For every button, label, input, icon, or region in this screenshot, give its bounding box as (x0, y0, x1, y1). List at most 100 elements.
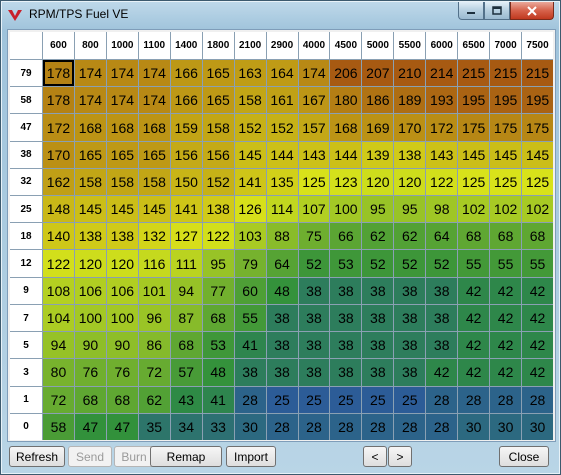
ve-cell[interactable]: 138 (74, 223, 106, 250)
ve-cell[interactable]: 80 (43, 359, 74, 386)
ve-cell[interactable]: 120 (362, 168, 394, 196)
ve-cell[interactable]: 215 (458, 60, 490, 87)
ve-cell[interactable]: 174 (106, 60, 138, 87)
ve-cell[interactable]: 58 (43, 413, 74, 440)
ve-cell[interactable]: 120 (74, 250, 106, 277)
ve-cell[interactable]: 107 (298, 196, 330, 223)
tps-header[interactable]: 1 (10, 386, 42, 413)
ve-cell[interactable]: 77 (202, 277, 234, 304)
ve-cell[interactable]: 215 (490, 60, 522, 87)
rpm-header[interactable]: 4500 (330, 32, 362, 59)
ve-cell[interactable]: 141 (170, 196, 202, 223)
ve-cell[interactable]: 159 (170, 114, 202, 141)
ve-cell[interactable]: 135 (266, 168, 298, 196)
rpm-header[interactable]: 1100 (138, 32, 170, 59)
ve-cell[interactable]: 122 (43, 250, 74, 277)
ve-cell[interactable]: 156 (170, 141, 202, 168)
ve-cell[interactable]: 28 (362, 413, 394, 440)
ve-cell[interactable]: 104 (43, 304, 74, 332)
ve-cell[interactable]: 174 (138, 87, 170, 114)
ve-cell[interactable]: 158 (106, 168, 138, 196)
ve-cell[interactable]: 178 (43, 87, 74, 114)
tps-header[interactable]: 47 (10, 114, 42, 141)
title-bar[interactable]: RPM/TPS Fuel VE (1, 1, 560, 29)
ve-cell[interactable]: 55 (490, 250, 522, 277)
close-window-button[interactable] (510, 2, 554, 20)
ve-cell[interactable]: 127 (170, 223, 202, 250)
ve-cell[interactable]: 38 (362, 359, 394, 386)
ve-cell[interactable]: 144 (266, 141, 298, 168)
ve-cell[interactable]: 139 (362, 141, 394, 168)
ve-cell[interactable]: 98 (426, 196, 458, 223)
ve-cell[interactable]: 42 (426, 359, 458, 386)
ve-cell[interactable]: 52 (394, 250, 426, 277)
ve-cell[interactable]: 62 (362, 223, 394, 250)
minimize-button[interactable] (458, 2, 484, 20)
rpm-header[interactable]: 7500 (522, 32, 553, 59)
tps-header[interactable]: 79 (10, 60, 42, 87)
ve-cell[interactable]: 38 (330, 304, 362, 332)
rpm-header[interactable]: 800 (74, 32, 106, 59)
ve-cell[interactable]: 42 (490, 332, 522, 359)
rpm-header[interactable]: 5500 (394, 32, 426, 59)
ve-cell[interactable]: 55 (234, 304, 266, 332)
ve-cell[interactable]: 180 (330, 87, 362, 114)
ve-cell[interactable]: 38 (426, 304, 458, 332)
ve-cell[interactable]: 145 (106, 196, 138, 223)
ve-cell[interactable]: 174 (74, 87, 106, 114)
ve-cell[interactable]: 168 (74, 114, 106, 141)
ve-cell[interactable]: 167 (298, 87, 330, 114)
tps-header[interactable]: 18 (10, 223, 42, 250)
ve-cell[interactable]: 94 (43, 332, 74, 359)
ve-cell[interactable]: 87 (170, 304, 202, 332)
ve-cell[interactable]: 38 (394, 277, 426, 304)
ve-cell[interactable]: 158 (74, 168, 106, 196)
ve-cell[interactable]: 120 (106, 250, 138, 277)
ve-cell[interactable]: 141 (234, 168, 266, 196)
ve-cell[interactable]: 30 (234, 413, 266, 440)
ve-cell[interactable]: 145 (74, 196, 106, 223)
ve-cell[interactable]: 68 (458, 223, 490, 250)
ve-cell[interactable]: 145 (458, 141, 490, 168)
ve-cell[interactable]: 42 (458, 332, 490, 359)
rpm-header[interactable]: 1000 (106, 32, 138, 59)
ve-cell[interactable]: 207 (362, 60, 394, 87)
ve-cell[interactable]: 68 (490, 223, 522, 250)
ve-cell[interactable]: 90 (106, 332, 138, 359)
ve-cell[interactable]: 28 (458, 386, 490, 413)
ve-cell[interactable]: 150 (170, 168, 202, 196)
ve-cell[interactable]: 120 (394, 168, 426, 196)
tps-header[interactable]: 58 (10, 87, 42, 114)
ve-cell[interactable]: 157 (298, 114, 330, 141)
ve-cell[interactable]: 165 (202, 87, 234, 114)
ve-cell[interactable]: 95 (394, 196, 426, 223)
ve-cell[interactable]: 38 (362, 304, 394, 332)
ve-cell[interactable]: 94 (170, 277, 202, 304)
ve-cell[interactable]: 47 (74, 413, 106, 440)
ve-cell[interactable]: 53 (202, 332, 234, 359)
ve-cell[interactable]: 158 (138, 168, 170, 196)
ve-cell[interactable]: 68 (74, 386, 106, 413)
ve-cell[interactable]: 25 (330, 386, 362, 413)
ve-cell[interactable]: 38 (394, 332, 426, 359)
ve-cell[interactable]: 38 (330, 277, 362, 304)
ve-cell[interactable]: 165 (106, 141, 138, 168)
rpm-header[interactable]: 5000 (362, 32, 394, 59)
send-button[interactable]: Send (68, 446, 112, 467)
ve-cell[interactable]: 169 (362, 114, 394, 141)
ve-cell[interactable]: 53 (330, 250, 362, 277)
ve-cell[interactable]: 140 (43, 223, 74, 250)
rpm-header[interactable]: 1400 (170, 32, 202, 59)
ve-cell[interactable]: 64 (266, 250, 298, 277)
ve-cell[interactable]: 28 (330, 413, 362, 440)
ve-cell[interactable]: 145 (522, 141, 553, 168)
ve-cell[interactable]: 52 (426, 250, 458, 277)
ve-cell[interactable]: 25 (394, 386, 426, 413)
ve-cell[interactable]: 28 (394, 413, 426, 440)
ve-cell[interactable]: 90 (74, 332, 106, 359)
ve-cell[interactable]: 86 (138, 332, 170, 359)
maximize-button[interactable] (484, 2, 510, 20)
ve-cell[interactable]: 100 (330, 196, 362, 223)
ve-cell[interactable]: 25 (362, 386, 394, 413)
ve-cell[interactable]: 168 (106, 114, 138, 141)
